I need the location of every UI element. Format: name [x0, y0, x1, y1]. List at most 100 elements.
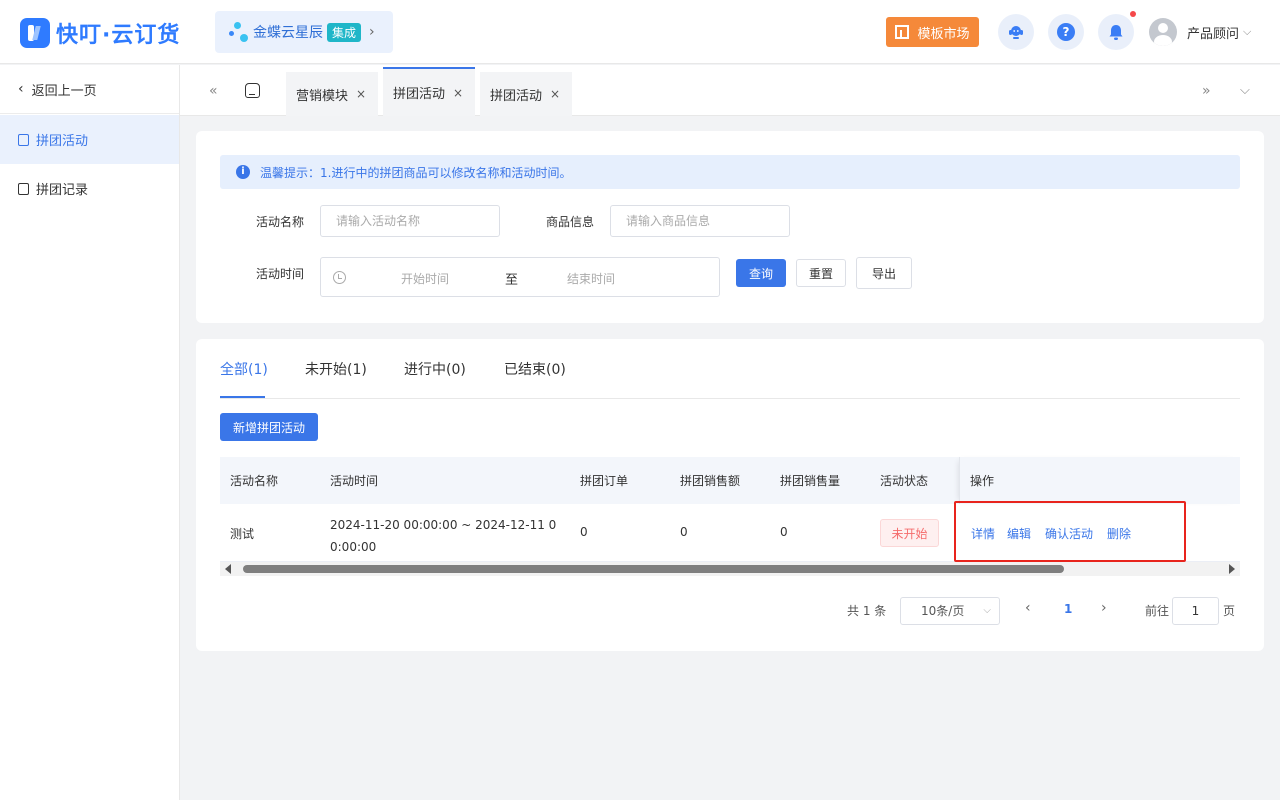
user-menu[interactable]: 产品顾问 ⌵ — [1149, 18, 1251, 46]
date-range-picker[interactable]: 开始时间 至 结束时间 — [320, 257, 720, 297]
current-page[interactable]: 1 — [1064, 602, 1072, 616]
headset-icon — [1009, 26, 1023, 39]
tab-not-started[interactable]: 未开始(1) — [305, 359, 367, 379]
bell-icon — [1109, 24, 1123, 40]
column-header: 活动状态 — [880, 474, 929, 488]
activity-name-label: 活动名称 — [256, 215, 305, 229]
tab-group-buying[interactable]: 拼团活动 × — [480, 72, 572, 116]
highlight-box — [954, 501, 1186, 562]
horizontal-scrollbar[interactable] — [220, 562, 1240, 576]
kingdee-logo-icon — [229, 21, 251, 43]
start-date-input[interactable]: 开始时间 — [401, 270, 449, 287]
active-tab-indicator — [220, 396, 265, 398]
scroll-tabs-right-icon[interactable]: » — [1202, 65, 1211, 116]
chevron-down-icon: ⌵ — [1243, 25, 1252, 38]
query-button[interactable]: 查询 — [736, 259, 786, 287]
shop-bag-icon — [18, 133, 29, 146]
chevron-left-icon: ‹ — [18, 81, 24, 97]
fixed-column-header — [959, 457, 1240, 504]
tab-label: 拼团活动 — [393, 87, 446, 102]
activity-time-cell: 2024-11-20 00:00:00 ~ 2024-12-11 00:00:0… — [330, 518, 557, 554]
kingdee-integration-button[interactable]: 金蝶云星辰 集成 › — [215, 11, 393, 53]
tab-ended[interactable]: 已结束(0) — [504, 359, 566, 379]
sales-qty-cell: 0 — [780, 525, 788, 539]
back-button[interactable]: ‹ 返回上一页 — [0, 65, 179, 114]
page-tabs-bar: « 营销模块 × 拼团活动 × 拼团活动 × » ⌵ — [180, 65, 1280, 116]
sidebar-item-label: 拼团活动 — [36, 134, 89, 149]
activity-time-label: 活动时间 — [256, 267, 305, 281]
total-count: 共 1 条 — [847, 604, 887, 618]
end-date-input[interactable]: 结束时间 — [567, 270, 615, 287]
help-icon: ? — [1057, 23, 1075, 41]
scroll-right-arrow-icon[interactable] — [1229, 564, 1235, 574]
orders-cell: 0 — [580, 525, 588, 539]
sidebar-item-group-records[interactable]: 拼团记录 — [0, 164, 179, 213]
sidebar: ‹ 返回上一页 拼团活动 拼团记录 — [0, 65, 180, 800]
scrollbar-thumb[interactable] — [243, 565, 1064, 573]
add-group-activity-button[interactable]: 新增拼团活动 — [220, 413, 318, 441]
chevron-right-icon: › — [369, 24, 375, 40]
status-tabs: 全部(1) 未开始(1) 进行中(0) 已结束(0) — [220, 339, 1240, 399]
activity-name-cell: 测试 — [230, 527, 255, 541]
notification-button[interactable] — [1098, 14, 1134, 50]
tab-in-progress[interactable]: 进行中(0) — [404, 359, 466, 379]
range-separator: 至 — [505, 273, 519, 288]
column-header: 操作 — [970, 474, 995, 488]
clipboard-icon — [18, 182, 29, 195]
help-button[interactable]: ? — [1048, 14, 1084, 50]
template-market-button[interactable]: 模板市场 — [886, 17, 979, 47]
unread-dot — [1130, 11, 1136, 17]
layout-icon — [895, 25, 910, 39]
avatar — [1149, 18, 1177, 46]
table-header: 活动名称 活动时间 拼团订单 拼团销售额 拼团销售量 活动状态 操作 — [220, 457, 1240, 504]
scroll-left-arrow-icon[interactable] — [225, 564, 231, 574]
tabs-dropdown-icon[interactable]: ⌵ — [1240, 65, 1250, 116]
tip-banner: i 温馨提示：1.进行中的拼团商品可以修改名称和活动时间。 — [220, 155, 1240, 189]
tab-label: 营销模块 — [296, 88, 349, 104]
template-market-label: 模板市场 — [917, 26, 970, 42]
home-icon — [245, 83, 260, 98]
reset-button[interactable]: 重置 — [796, 259, 846, 287]
tip-text: 温馨提示：1.进行中的拼团商品可以修改名称和活动时间。 — [260, 165, 572, 180]
tab-group-buying-active[interactable]: 拼团活动 × — [383, 67, 475, 116]
close-icon[interactable]: × — [453, 86, 463, 100]
column-header: 活动名称 — [230, 474, 279, 488]
scroll-tabs-left-icon[interactable]: « — [209, 65, 218, 116]
sales-amount-cell: 0 — [680, 525, 688, 539]
page-size-value: 10条/页 — [921, 604, 965, 618]
filter-panel: i 温馨提示：1.进行中的拼团商品可以修改名称和活动时间。 活动名称 请输入活动… — [196, 131, 1264, 323]
goto-label: 前往 — [1145, 604, 1170, 618]
chevron-down-icon: ⌵ — [983, 605, 991, 616]
customer-service-button[interactable] — [998, 14, 1034, 50]
export-button[interactable]: 导出 — [856, 257, 912, 289]
info-icon: i — [236, 165, 250, 179]
prev-page-icon[interactable]: ‹ — [1025, 600, 1031, 616]
close-icon[interactable]: × — [356, 87, 366, 101]
column-header: 拼团销售额 — [680, 474, 741, 488]
kingdee-label: 金蝶云星辰 — [253, 25, 323, 41]
next-page-icon[interactable]: › — [1101, 600, 1107, 616]
column-header: 活动时间 — [330, 474, 379, 488]
page-suffix: 页 — [1223, 604, 1236, 618]
pagination: 共 1 条 10条/页 ⌵ ‹ 1 › 前往 1 页 — [196, 597, 1264, 625]
logo-text: 快叮·云订货 — [56, 23, 181, 48]
app-logo[interactable]: 快叮·云订货 — [20, 17, 180, 49]
top-header: 快叮·云订货 金蝶云星辰 集成 › 模板市场 ? 产品顾问 ⌵ — [0, 0, 1280, 64]
sidebar-item-group-buying[interactable]: 拼团活动 — [0, 115, 179, 164]
close-icon[interactable]: × — [550, 87, 560, 101]
home-tab[interactable] — [245, 65, 260, 116]
logo-mark-icon — [20, 18, 50, 48]
status-badge: 未开始 — [880, 519, 939, 547]
back-label: 返回上一页 — [31, 83, 97, 99]
goods-info-label: 商品信息 — [546, 215, 595, 229]
tab-label: 拼团活动 — [490, 88, 543, 104]
column-header: 拼团订单 — [580, 474, 629, 488]
tab-marketing-module[interactable]: 营销模块 × — [286, 72, 378, 116]
tab-all[interactable]: 全部(1) — [220, 359, 268, 379]
goto-page-input[interactable]: 1 — [1172, 597, 1219, 625]
integration-badge: 集成 — [327, 22, 362, 42]
goods-info-input[interactable]: 请输入商品信息 — [610, 205, 790, 237]
activity-name-input[interactable]: 请输入活动名称 — [320, 205, 500, 237]
sidebar-item-label: 拼团记录 — [36, 183, 89, 198]
page-size-select[interactable]: 10条/页 ⌵ — [900, 597, 1000, 625]
